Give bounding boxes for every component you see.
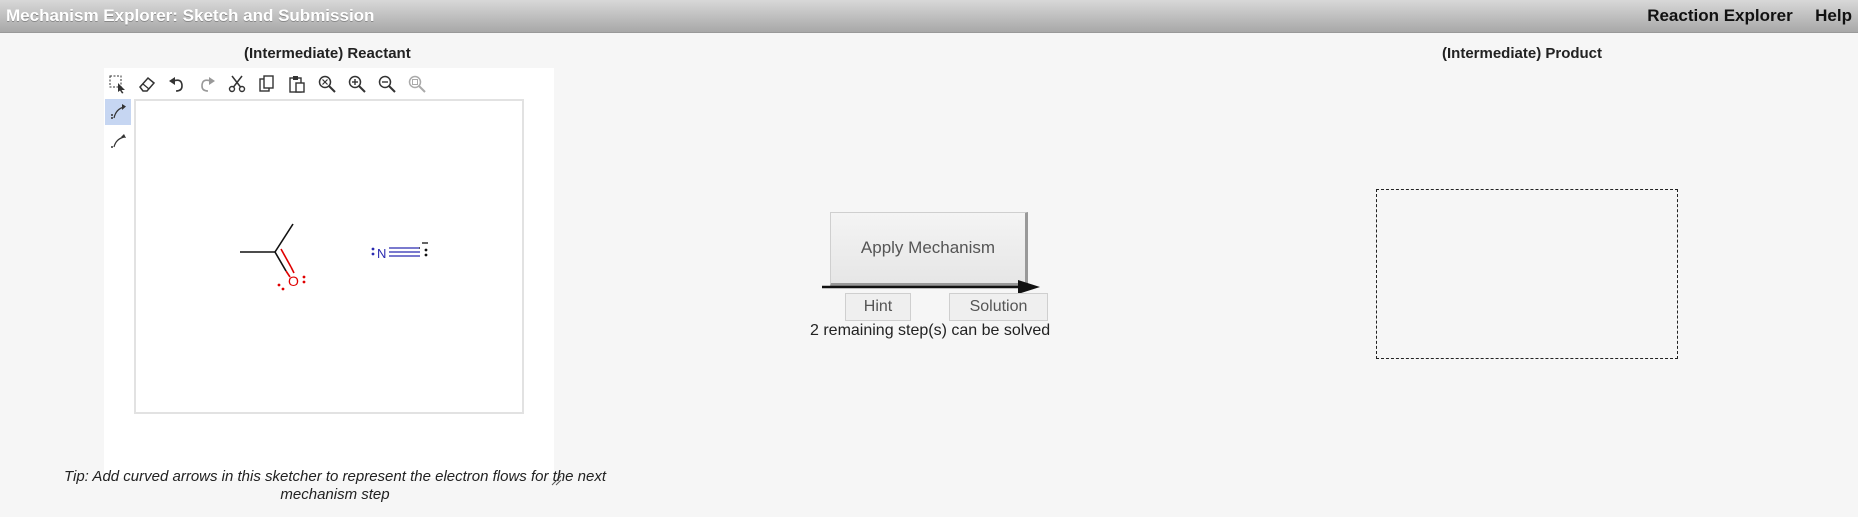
reactant-heading: (Intermediate) Reactant (244, 45, 411, 62)
remaining-steps-text: 2 remaining step(s) can be solved (810, 322, 1051, 339)
zoom-out-icon[interactable] (377, 74, 397, 94)
sketcher-toolbar (104, 68, 554, 98)
reactant-sketcher: O N (104, 68, 562, 486)
hint-button[interactable]: Hint (845, 293, 911, 321)
reactant-molecules: O N (240, 223, 428, 291)
curved-arrow-pair-icon[interactable] (105, 99, 131, 125)
apply-mechanism-button[interactable]: Apply Mechanism (830, 212, 1028, 286)
zoom-reset-icon[interactable] (407, 74, 427, 94)
product-heading: (Intermediate) Product (1442, 45, 1603, 62)
product-drop-area[interactable] (1376, 189, 1678, 359)
curved-arrow-single-icon[interactable] (105, 129, 131, 155)
zoom-in-icon[interactable] (347, 74, 367, 94)
redo-icon[interactable] (197, 74, 217, 94)
oxygen-atom-label: O (288, 273, 299, 289)
top-menu: Reaction Explorer Help (1629, 6, 1852, 26)
cyanide-molecule[interactable]: N (371, 242, 428, 261)
acetone-molecule[interactable]: O (240, 223, 306, 291)
sketcher-side-tools (104, 98, 132, 478)
cut-icon[interactable] (227, 74, 247, 94)
window-title: Mechanism Explorer: Sketch and Submissio… (6, 6, 375, 25)
title-bar: Mechanism Explorer: Sketch and Submissio… (0, 0, 1858, 33)
select-tool-icon[interactable] (108, 74, 128, 94)
copy-icon[interactable] (257, 74, 277, 94)
undo-icon[interactable] (167, 74, 187, 94)
solution-button[interactable]: Solution (949, 293, 1048, 321)
sketcher-tip: Tip: Add curved arrows in this sketcher … (63, 468, 607, 503)
main-area: (Intermediate) Reactant (Intermediate) P… (0, 33, 1858, 517)
eraser-icon[interactable] (137, 74, 157, 94)
zoom-to-fit-icon[interactable] (317, 74, 337, 94)
reaction-explorer-link[interactable]: Reaction Explorer (1647, 6, 1793, 25)
paste-icon[interactable] (287, 74, 307, 94)
nitrogen-atom-label: N (377, 246, 386, 261)
sketch-canvas[interactable]: O N (134, 99, 524, 414)
help-link[interactable]: Help (1815, 6, 1852, 25)
